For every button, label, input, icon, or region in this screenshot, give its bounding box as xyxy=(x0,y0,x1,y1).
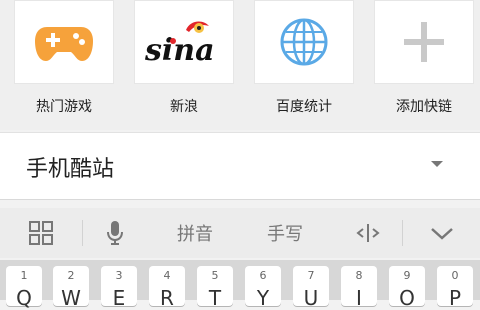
ime-handwriting-label: 手写 xyxy=(267,224,303,245)
ime-pinyin-label: 拼音 xyxy=(177,224,213,245)
key-letter: P xyxy=(448,286,462,310)
key-i[interactable]: 8 I xyxy=(341,266,377,310)
shortcut-hot-games[interactable] xyxy=(14,0,114,84)
key-e[interactable]: 3 E xyxy=(101,266,137,310)
ime-pinyin-button[interactable]: 拼音 xyxy=(160,208,230,258)
sina-logo: sina xyxy=(144,21,215,68)
shortcut-label-baidu-tongji: 百度统计 xyxy=(276,99,332,115)
cursor-move-icon xyxy=(356,224,380,242)
shortcut-add-link[interactable] xyxy=(374,0,474,84)
shortcuts-panel: sina 热门游戏 新浪 百度统计 添加快链 xyxy=(0,0,480,130)
microphone-icon xyxy=(107,221,123,245)
key-r[interactable]: 4 R xyxy=(149,266,185,310)
key-letter: U xyxy=(303,286,319,310)
shortcut-sina[interactable]: sina xyxy=(134,0,234,84)
key-number: 4 xyxy=(163,269,171,282)
key-o[interactable]: 9 O xyxy=(389,266,425,310)
key-w[interactable]: 2 W xyxy=(53,266,89,310)
ime-separator-right xyxy=(402,220,403,246)
key-letter: Y xyxy=(256,286,270,310)
ime-collapse-button[interactable] xyxy=(404,208,480,258)
key-t[interactable]: 5 T xyxy=(197,266,233,310)
key-q[interactable]: 1 Q xyxy=(6,266,42,310)
key-number: 2 xyxy=(67,269,75,282)
key-letter: R xyxy=(160,286,174,310)
ime-grid-button[interactable] xyxy=(0,208,82,258)
plus-icon xyxy=(404,22,444,62)
key-number: 5 xyxy=(211,269,219,282)
key-number: 0 xyxy=(451,269,459,282)
key-letter: T xyxy=(208,286,222,310)
key-number: 7 xyxy=(307,269,315,282)
url-input-text[interactable]: 手机酷站 xyxy=(26,151,114,183)
chevron-down-icon xyxy=(431,228,453,240)
keyboard: 1 Q 2 W 3 E 4 R 5 T 6 Y 7 U 8 I 9 O 0 P xyxy=(0,260,480,310)
key-letter: I xyxy=(356,286,362,310)
key-number: 1 xyxy=(20,269,28,282)
key-number: 6 xyxy=(259,269,267,282)
key-letter: W xyxy=(61,286,81,310)
url-input-row[interactable]: 手机酷站 xyxy=(0,132,480,200)
key-letter: E xyxy=(112,286,126,310)
key-letter: Q xyxy=(16,286,32,310)
key-letter: O xyxy=(399,286,415,310)
ime-separator xyxy=(82,220,83,246)
ime-toolbar: 拼音 手写 xyxy=(0,208,480,258)
shortcut-label-add-link: 添加快链 xyxy=(396,99,452,115)
key-number: 8 xyxy=(355,269,363,282)
shortcut-label-sina: 新浪 xyxy=(170,99,198,115)
gamepad-icon xyxy=(35,27,93,61)
sina-wordmark: sina xyxy=(144,33,215,68)
key-number: 9 xyxy=(403,269,411,282)
ime-voice-button[interactable] xyxy=(84,208,146,258)
key-p[interactable]: 0 P xyxy=(437,266,473,310)
key-number: 3 xyxy=(115,269,123,282)
grid-icon xyxy=(29,221,53,245)
ime-handwriting-button[interactable]: 手写 xyxy=(250,208,320,258)
shortcut-baidu-tongji[interactable] xyxy=(254,0,354,84)
globe-icon xyxy=(280,18,328,66)
shortcut-label-hot-games: 热门游戏 xyxy=(36,99,92,115)
ime-cursor-button[interactable] xyxy=(338,208,398,258)
key-y[interactable]: 6 Y xyxy=(245,266,281,310)
dropdown-arrow-icon[interactable] xyxy=(431,161,443,167)
key-u[interactable]: 7 U xyxy=(293,266,329,310)
